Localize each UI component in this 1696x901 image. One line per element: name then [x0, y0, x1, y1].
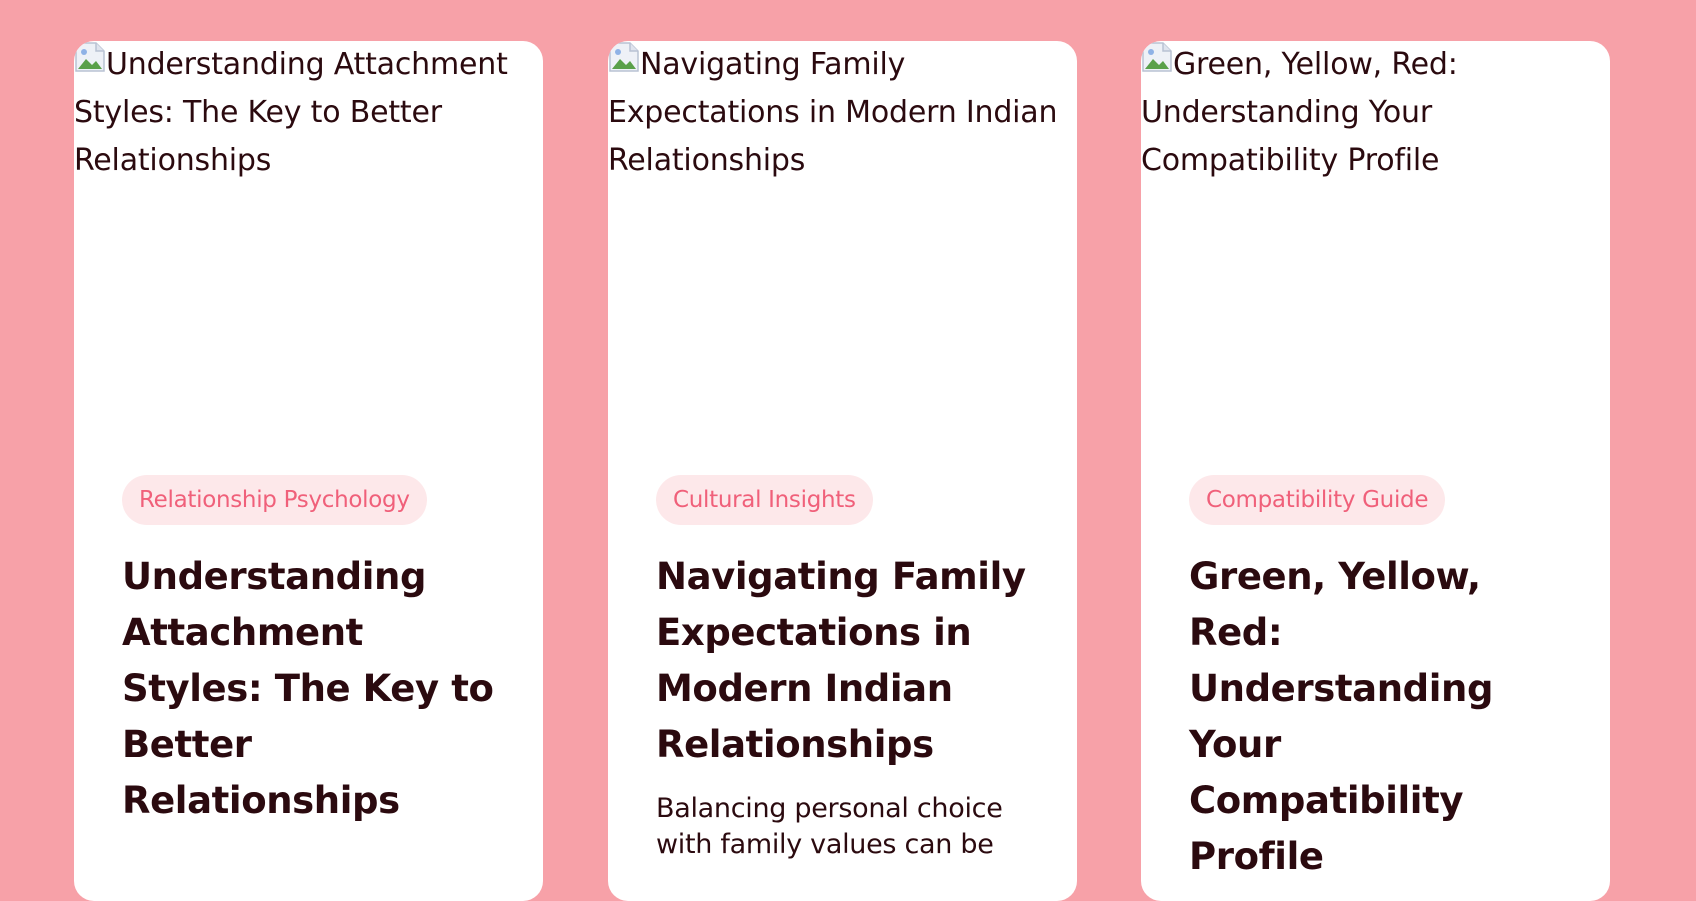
article-title[interactable]: Navigating Family Expectations in Modern… — [656, 549, 1029, 773]
article-thumbnail[interactable]: Green, Yellow, Red: Understanding Your C… — [1141, 41, 1610, 475]
article-thumbnail[interactable]: Navigating Family Expectations in Modern… — [608, 41, 1077, 475]
category-tag[interactable]: Cultural Insights — [656, 475, 873, 525]
article-thumbnail[interactable]: Understanding Attachment Styles: The Key… — [74, 41, 543, 475]
category-tag[interactable]: Relationship Psychology — [122, 475, 427, 525]
image-alt-text: Navigating Family Expectations in Modern… — [608, 47, 1058, 178]
image-alt-text: Understanding Attachment Styles: The Key… — [74, 47, 508, 178]
card-content: Relationship Psychology Understanding At… — [122, 475, 495, 847]
article-title[interactable]: Green, Yellow, Red: Understanding Your C… — [1189, 549, 1562, 885]
article-card[interactable]: Green, Yellow, Red: Understanding Your C… — [1141, 41, 1610, 901]
broken-image-icon — [1142, 42, 1172, 72]
image-alt-text: Green, Yellow, Red: Understanding Your C… — [1141, 47, 1458, 178]
article-excerpt: Balancing personal choice with family va… — [656, 793, 1003, 860]
article-card[interactable]: Navigating Family Expectations in Modern… — [608, 41, 1077, 901]
card-content: Compatibility Guide Green, Yellow, Red: … — [1189, 475, 1562, 901]
article-grid: Understanding Attachment Styles: The Key… — [0, 41, 1696, 901]
article-card[interactable]: Understanding Attachment Styles: The Key… — [74, 41, 543, 901]
category-tag[interactable]: Compatibility Guide — [1189, 475, 1446, 525]
broken-image-icon — [609, 42, 639, 72]
broken-image-icon — [75, 42, 105, 72]
card-content: Cultural Insights Navigating Family Expe… — [656, 475, 1029, 863]
article-title[interactable]: Understanding Attachment Styles: The Key… — [122, 549, 495, 829]
